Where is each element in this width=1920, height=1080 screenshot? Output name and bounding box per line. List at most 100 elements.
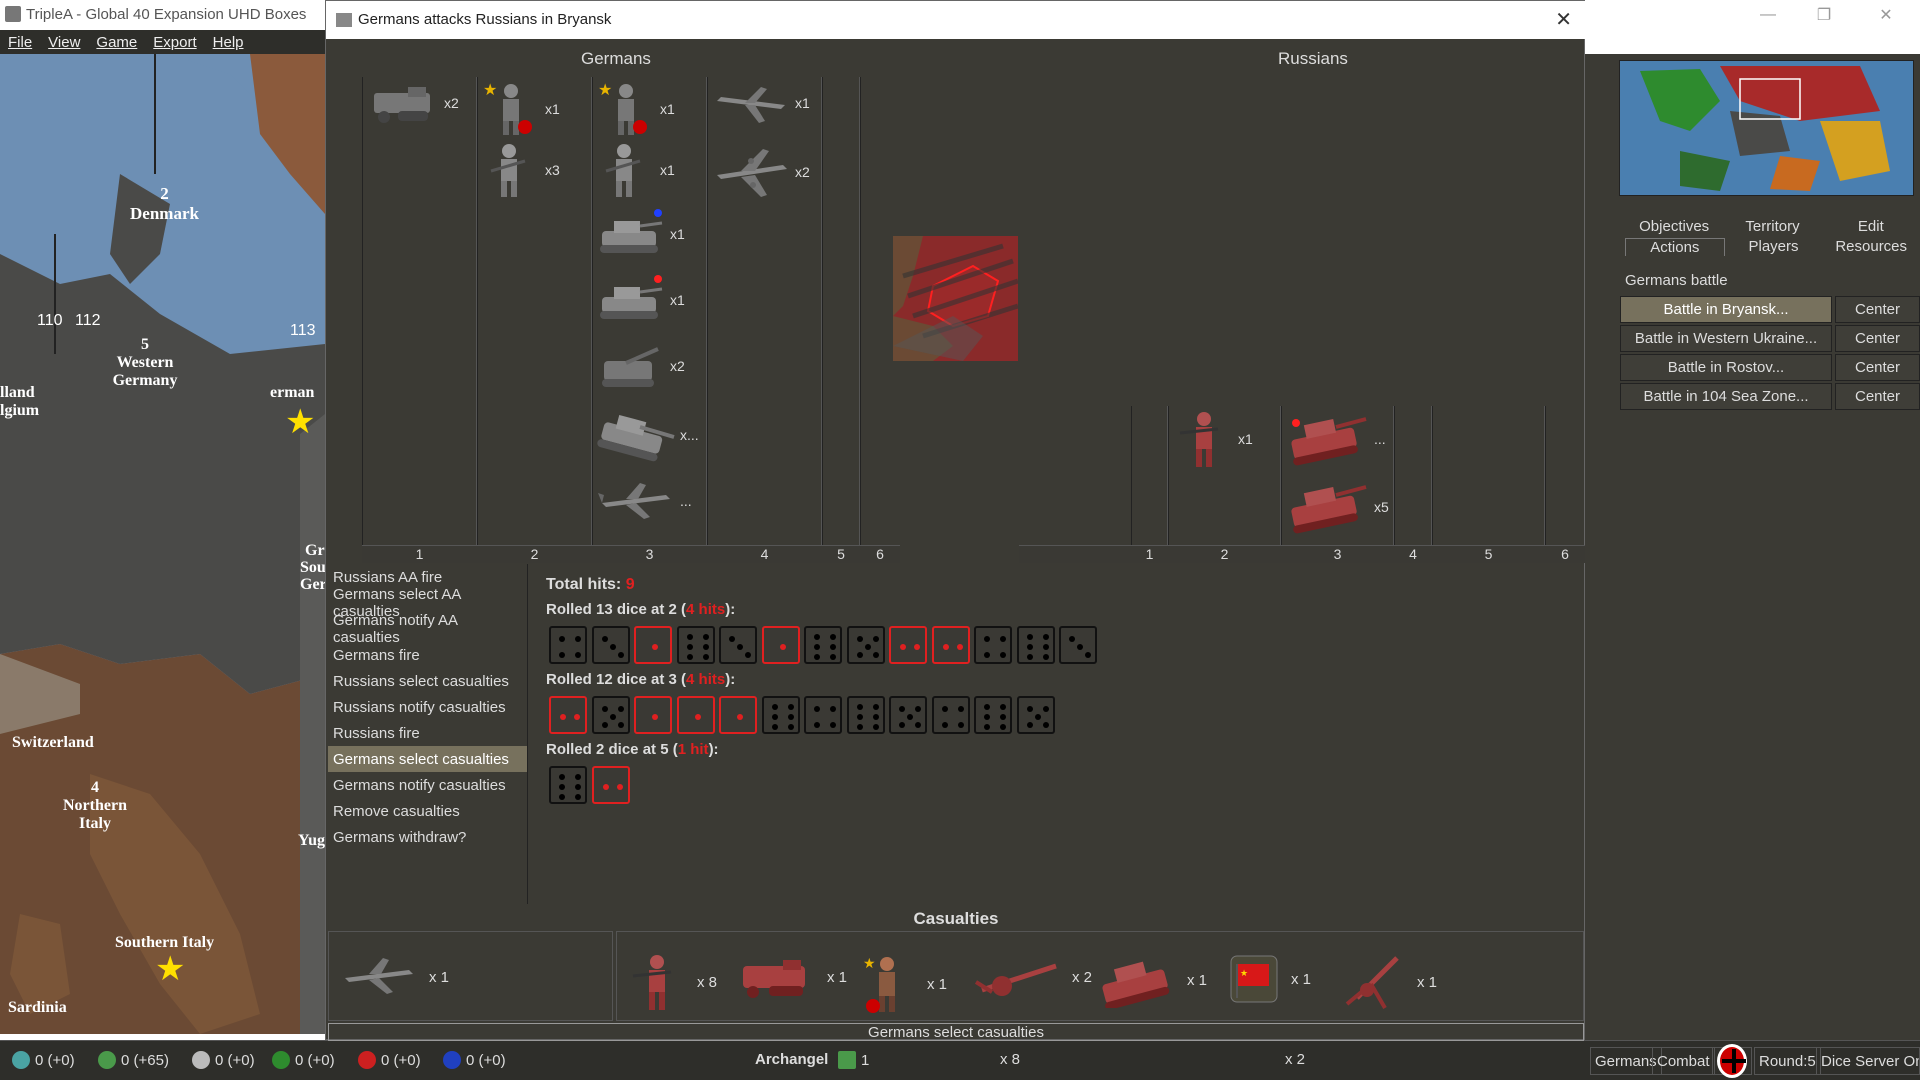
minimize-button[interactable]: — — [1740, 0, 1796, 30]
casualty-unit: ★ x 1 — [1227, 952, 1311, 1006]
step-item[interactable]: Germans notify casualties — [328, 772, 527, 798]
die-pip — [652, 714, 658, 720]
current-phase: Combat — [1652, 1047, 1715, 1075]
dialog-icon — [336, 13, 352, 27]
tab-players[interactable]: Players — [1725, 238, 1823, 256]
close-window-button[interactable]: ✕ — [1852, 0, 1920, 30]
step-item[interactable]: Russians fire — [328, 720, 527, 746]
battle-dialog: Germans attacks Russians in Bryansk ✕ Ge… — [325, 0, 1586, 1041]
map-label-sardinia: Sardinia — [8, 999, 67, 1016]
tab-edit[interactable]: Edit — [1822, 218, 1920, 235]
die-pip — [1026, 634, 1033, 640]
die-pip — [601, 706, 608, 712]
die-5 — [889, 696, 927, 734]
center-button[interactable]: Center — [1835, 383, 1920, 410]
menu-game[interactable]: Game — [88, 34, 145, 51]
dialog-titlebar: Germans attacks Russians in Bryansk ✕ — [326, 1, 1586, 39]
die-pip — [1000, 636, 1006, 642]
bomber-icon — [717, 149, 787, 197]
menu-bar: File View Game Export Help — [0, 30, 325, 54]
center-button[interactable]: Center — [1835, 354, 1920, 381]
die-pip — [1026, 722, 1033, 728]
game-map[interactable]: 2 Denmark 5 Western Germany Switzerland 4N… — [0, 54, 325, 1034]
attacker-column-5 — [822, 77, 860, 545]
roll-summary: Rolled 12 dice at 3 (4 hits): — [546, 671, 736, 688]
step-item[interactable]: Germans notify AA casualties — [328, 612, 527, 646]
center-button[interactable]: Center — [1835, 296, 1920, 323]
casualty-unit: x 1 — [339, 952, 449, 1002]
column-number: 4 — [707, 545, 822, 563]
die-pip — [899, 706, 905, 712]
die-pip — [915, 706, 921, 712]
center-button[interactable]: Center — [1835, 325, 1920, 352]
halftrack-icon — [743, 960, 805, 998]
step-item[interactable]: Remove casualties — [328, 798, 527, 824]
die-pip — [872, 704, 879, 710]
die-4 — [974, 626, 1012, 664]
menu-file[interactable]: File — [0, 34, 40, 51]
column-number: 3 — [592, 545, 707, 563]
battle-button-rostov[interactable]: Battle in Rostov... — [1620, 354, 1832, 381]
die-pip — [686, 644, 693, 650]
maximize-button[interactable]: ❐ — [1796, 0, 1852, 30]
die-pip — [686, 654, 693, 660]
step-item[interactable]: Russians notify casualties — [328, 694, 527, 720]
capital-star-icon: ★ — [285, 403, 316, 441]
battle-button-104-sea-zone[interactable]: Battle in 104 Sea Zone... — [1620, 383, 1832, 410]
resource-blue: 0 (+0) — [443, 1051, 506, 1069]
map-label-fragment: erman — [270, 384, 315, 401]
die-pip — [602, 784, 609, 790]
capital-star-icon: ★ — [155, 950, 186, 988]
app-icon — [5, 6, 21, 22]
die-pip — [899, 722, 905, 728]
battle-button-bryansk[interactable]: Battle in Bryansk... — [1620, 296, 1832, 323]
die-pip — [694, 714, 701, 720]
die-pip — [872, 714, 879, 720]
tab-objectives[interactable]: Objectives — [1625, 218, 1723, 235]
die-pip — [984, 724, 990, 730]
resource-research: 0 (+0) — [12, 1051, 75, 1069]
close-icon[interactable]: ✕ — [1555, 7, 1572, 32]
resource-pus: 0 (+65) — [98, 1051, 169, 1069]
die-6 — [804, 626, 842, 664]
blue-token-icon — [443, 1051, 461, 1069]
unit-count: x 8 — [1000, 1051, 1021, 1068]
die-pip — [1077, 644, 1083, 650]
tab-row-bottom: Actions Players Resources — [1625, 238, 1920, 256]
tank-icon — [1291, 417, 1367, 466]
sea-zone-number: 110 — [37, 312, 63, 329]
tab-actions[interactable]: Actions — [1625, 238, 1725, 256]
die-pip — [914, 644, 920, 650]
casualty-unit: x 1 — [737, 952, 847, 1002]
die-pip — [1000, 652, 1006, 658]
tab-territory[interactable]: Territory — [1723, 218, 1821, 235]
die-pip — [609, 714, 616, 720]
battle-button-western-ukraine[interactable]: Battle in Western Ukraine... — [1620, 325, 1832, 352]
die-pip — [575, 636, 581, 642]
die-pip — [575, 784, 581, 790]
minimap[interactable] — [1619, 60, 1914, 196]
right-panel: Objectives Territory Edit Actions Player… — [1585, 54, 1920, 1040]
tab-resources[interactable]: Resources — [1822, 238, 1920, 256]
die-5 — [1016, 696, 1055, 734]
step-item[interactable]: Russians select casualties — [328, 668, 527, 694]
fighter-icon — [345, 958, 413, 994]
svg-text:★: ★ — [863, 955, 876, 971]
menu-help[interactable]: Help — [205, 34, 252, 51]
aa-gun-icon — [1345, 956, 1399, 1010]
menu-view[interactable]: View — [40, 34, 88, 51]
die-pip — [559, 784, 565, 790]
menu-export[interactable]: Export — [145, 34, 204, 51]
die-pip — [559, 636, 565, 642]
map-label-western-germany: 5 Western Germany — [112, 336, 178, 389]
general-icon: ★ — [863, 955, 895, 1013]
status-bar: 0 (+0) 0 (+65) 0 (+0) 0 (+0) 0 (+0) 0 (+… — [0, 1040, 1920, 1080]
infantry-icon — [1179, 412, 1219, 467]
step-item[interactable]: Germans withdraw? — [328, 824, 527, 850]
map-label-fragment: lland — [0, 384, 35, 401]
step-item-selected[interactable]: Germans select casualties — [328, 746, 527, 772]
battle-row: Battle in 104 Sea Zone... Center — [1620, 383, 1920, 410]
resource-red: 0 (+0) — [358, 1051, 421, 1069]
unit-fighter: x1 — [711, 79, 810, 127]
die-pip — [702, 634, 709, 640]
